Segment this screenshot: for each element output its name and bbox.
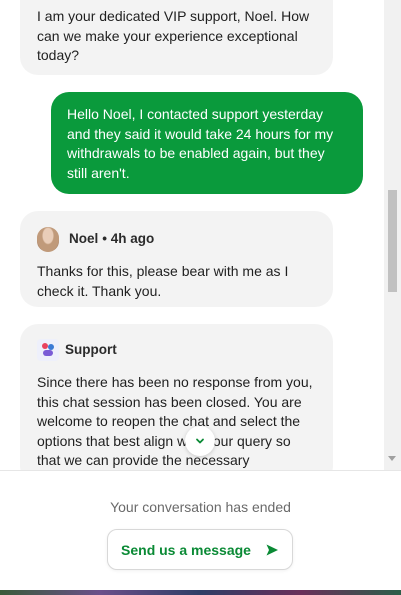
agent-message-intro: I am your dedicated VIP support, Noel. H… xyxy=(20,0,333,75)
scrollbar-thumb[interactable] xyxy=(388,190,397,292)
chat-footer: Your conversation has ended Send us a me… xyxy=(0,470,401,595)
sender-name: Noel xyxy=(69,231,99,247)
agent-message-noel-text: Thanks for this, please bear with me as … xyxy=(37,263,289,299)
send-arrow-icon xyxy=(266,544,278,555)
chat-scroll-area[interactable]: I am your dedicated VIP support, Noel. H… xyxy=(0,0,401,470)
send-message-label: Send us a message xyxy=(121,541,251,558)
support-message-text: Since there has been no response from yo… xyxy=(37,374,313,468)
scroll-down-arrow-icon[interactable] xyxy=(388,456,396,461)
sender-row: Support xyxy=(37,337,316,363)
agent-message-noel: Noel • 4h ago Thanks for this, please be… xyxy=(20,211,333,307)
sender-row: Noel • 4h ago xyxy=(37,226,316,252)
chevron-down-icon xyxy=(196,438,204,444)
avatar xyxy=(37,226,59,252)
scrollbar[interactable] xyxy=(384,0,401,470)
agent-message-intro-text: I am your dedicated VIP support, Noel. H… xyxy=(37,8,310,63)
message-timestamp: • 4h ago xyxy=(102,231,155,247)
send-message-button[interactable]: Send us a message xyxy=(107,529,293,570)
support-message: Support Since there has been no response… xyxy=(20,324,333,470)
jump-to-latest-button[interactable] xyxy=(185,426,215,456)
bottom-edge-decoration xyxy=(0,590,401,595)
sender-name: Support xyxy=(65,342,117,358)
conversation-ended-text: Your conversation has ended xyxy=(110,499,291,515)
user-message-text: Hello Noel, I contacted support yesterda… xyxy=(67,106,334,181)
user-message: Hello Noel, I contacted support yesterda… xyxy=(51,92,363,194)
support-logo-icon xyxy=(37,339,59,361)
